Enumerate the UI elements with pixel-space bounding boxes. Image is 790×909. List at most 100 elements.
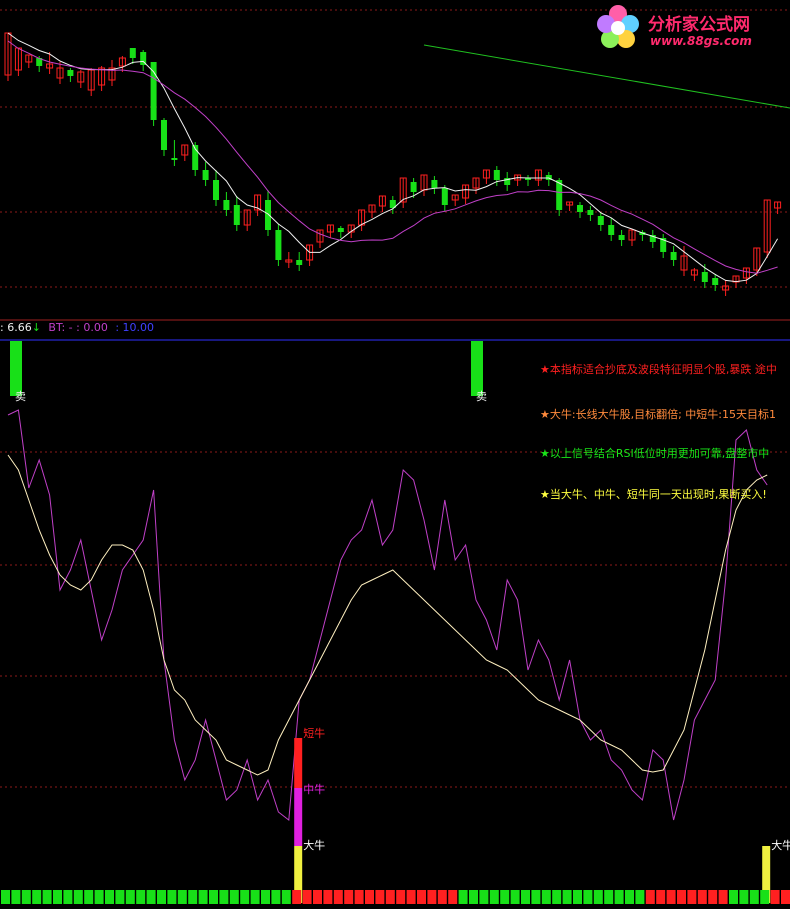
strip-cell [261,890,270,904]
strip-cell [521,890,530,904]
strip-cell [385,890,395,904]
candle-body-down [597,216,604,225]
strip-cell [344,890,354,904]
strip-cell [593,890,603,904]
strip-cell [708,890,718,904]
strip-cell [365,890,374,904]
strip-cell [770,890,780,904]
strip-cell [479,890,489,904]
readout-value: : 6.66 [0,321,32,334]
strip-cell [573,890,582,904]
strip-cell [500,890,510,904]
signal-label: 大牛 [303,838,325,852]
strip-cell [541,890,551,904]
strip-cell [302,890,312,904]
strip-cell [739,890,749,904]
candle-body-down [577,205,583,212]
strip-cell [271,890,281,904]
candle-body-down [171,158,178,160]
strip-cell [583,890,593,904]
signal-bar [294,788,303,846]
candle-body-down [441,188,448,205]
strip-cell [177,890,187,904]
strip-cell [635,890,645,904]
strip-cell [448,890,458,904]
candle-body-down [337,228,344,232]
strip-cell [687,890,697,904]
strip-cell [167,890,177,904]
candle-body-down [587,210,594,215]
price-panel [4,32,790,296]
strip-cell [84,890,94,904]
candle-body-down [223,200,230,210]
strip-cell [136,890,146,904]
down-arrow-icon: ↓ [31,321,41,334]
note-text-2: ★大牛:长线大牛股,目标翻倍; 中短牛:15天目标1 [540,408,776,421]
strip-cell [531,890,541,904]
candle-body-down [608,225,615,235]
strip-cell [115,890,125,904]
strip-cell [21,890,31,904]
strip-cell [437,890,447,904]
signal-label: 卖 [476,390,487,403]
strip-cell [157,890,166,904]
strip-cell [188,890,198,904]
grid-lines [0,9,790,788]
signal-label: 短牛 [303,726,325,740]
readout-bt: BT: - : 0.00 [48,321,108,334]
watermark-url: www.88gs.com [650,34,752,48]
strip-cell [510,890,520,904]
strip-cell [406,890,416,904]
note-text-3: ★以上信号结合RSI低位时用更加可靠,盘整市中 [540,447,770,460]
signal-bar [10,341,22,396]
strip-cell [396,890,406,904]
strip-cell [489,890,499,904]
strip-cell [604,890,614,904]
strip-cell [219,890,229,904]
candle-body-down [202,170,209,180]
bottom-signal-strip [1,890,790,904]
strip-cell [53,890,62,904]
strip-cell [677,890,686,904]
strip-cell [292,890,302,904]
oscillator-slow-line [7,454,768,776]
candle-body-down [67,70,74,76]
candle-body-down [265,200,271,230]
strip-cell [625,890,634,904]
oscillator-panel [7,409,768,821]
strip-cell [427,890,437,904]
candle-body-down [275,230,282,260]
strip-cell [240,890,250,904]
strip-cell [614,890,624,904]
strip-cell [749,890,759,904]
strip-cell [718,890,728,904]
note-line-4: ★当大牛、中牛、短牛同一天出现时,果断买入! [540,486,767,502]
ma-far-line [423,44,790,109]
signal-bar [471,341,483,396]
candle-body-down [129,48,136,58]
strip-cell [42,890,52,904]
indicator-readout: : 6.66↓ BT: - : 0.00 : 10.00 [0,321,158,335]
strip-cell [146,890,156,904]
signal-label: 大牛 [771,838,790,852]
strip-cell [781,890,790,904]
candle-body-down [296,260,303,265]
strip-cell [105,890,114,904]
strip-cell [250,890,260,904]
strip-cell [333,890,343,904]
strip-cell [323,890,333,904]
candle-body-down [670,252,677,260]
flower-logo-icon [597,5,639,48]
strip-cell [729,890,738,904]
strip-cell [645,890,655,904]
strip-cell [73,890,83,904]
strip-cell [229,890,239,904]
strip-cell [666,890,676,904]
strip-cell [562,890,572,904]
note-line-3: ★以上信号结合RSI低位时用更加可靠,盘整市中 [540,445,769,461]
candle-body-down [493,170,500,180]
strip-cell [469,890,478,904]
strip-cell [313,890,322,904]
chart-stage: 卖卖短牛 中牛 大牛 大牛 : 6.66↓ BT: - : 0.00 : 10.00 … [0,0,790,909]
strip-cell [125,890,135,904]
